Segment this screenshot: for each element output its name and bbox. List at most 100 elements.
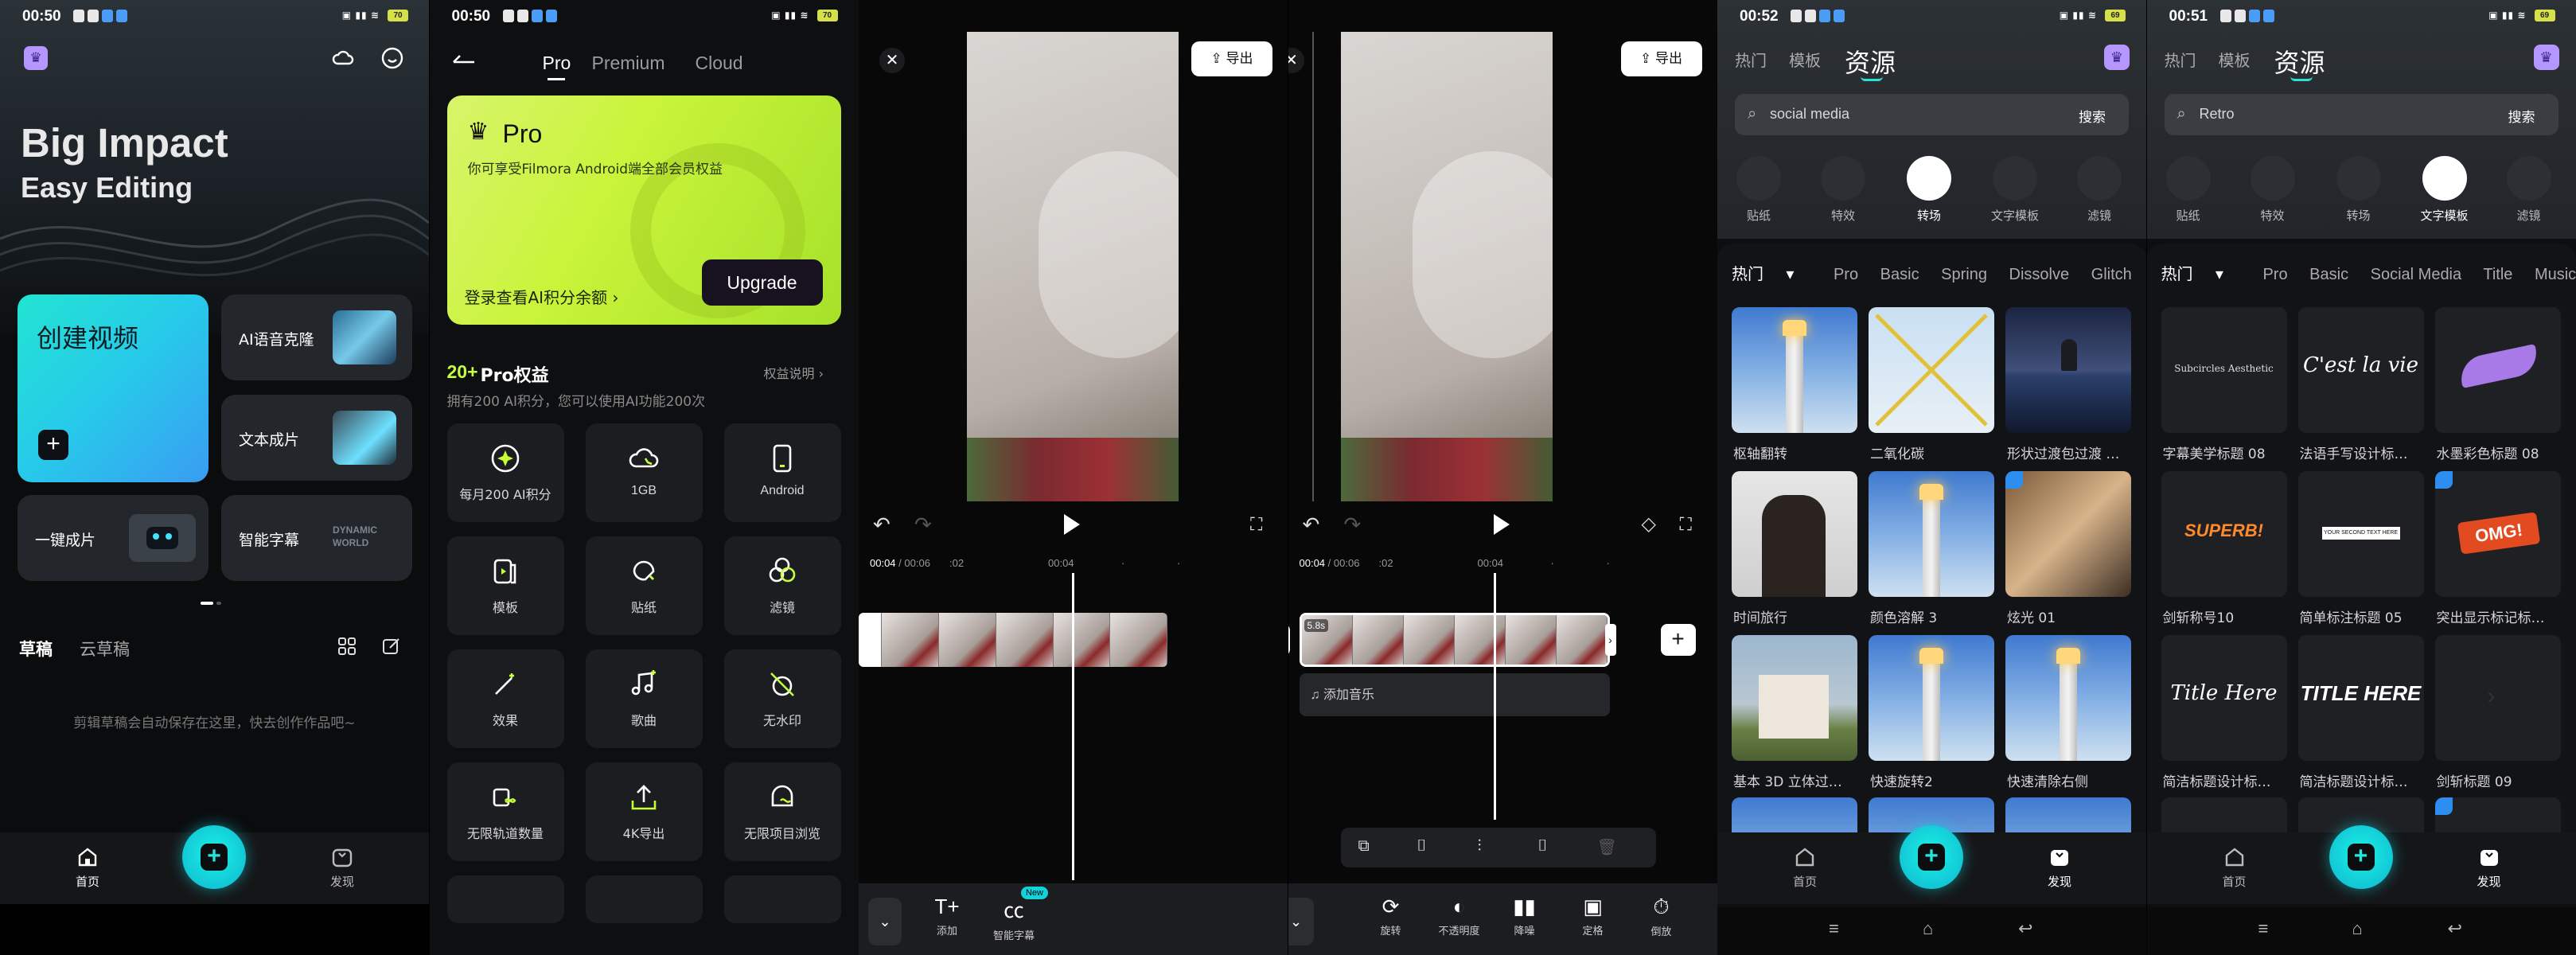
thumbnail[interactable] [1869,307,1994,433]
thumbnail[interactable] [2005,635,2131,761]
category-filters[interactable]: 滤镜 [2067,156,2131,224]
category-stickers[interactable]: 贴纸 [1727,156,1791,224]
one-click-button[interactable]: 一键成片 [18,495,208,581]
tab-resources[interactable]: 资源 [1845,43,1896,80]
tool-freeze[interactable]: ▣ 定格 [1565,895,1621,937]
category-transitions[interactable]: 转场 [2327,156,2391,224]
create-fab-button[interactable]: + [1900,825,1963,889]
category-filters[interactable]: 滤镜 [2497,156,2561,224]
chip-hot[interactable]: 热门 ▾ [1732,264,1811,283]
thumbnail[interactable] [2005,471,2131,597]
back-icon[interactable]: ↩ [2018,918,2032,939]
tab-pro[interactable]: Pro [543,53,571,74]
thumbnail[interactable] [2161,797,2287,836]
keyframe-icon[interactable]: ◇ [1642,513,1656,536]
search-button[interactable]: 搜索 [2079,106,2106,126]
thumbnail[interactable]: TITLE HERE [2297,635,2424,761]
benefits-info-link[interactable]: 权益说明 › [764,363,824,382]
export-button[interactable]: ⇪ 导出 [1620,41,1702,76]
nav-home[interactable]: 首页 [1781,845,1829,890]
tab-resources[interactable]: 资源 [2274,43,2325,80]
tab-cloud[interactable]: Cloud [696,53,743,74]
category-text-templates[interactable]: 文字模板 [2413,156,2477,224]
search-input[interactable]: social media [1770,106,1849,123]
search-input[interactable]: Retro [2200,106,2235,123]
close-button[interactable]: ✕ [879,48,905,73]
thumbnail[interactable]: OMG! [2434,471,2561,597]
category-effects[interactable]: 特效 [1811,156,1875,224]
tab-drafts[interactable]: 草稿 [19,637,53,661]
tab-premium[interactable]: Premium [592,53,665,74]
nav-home[interactable]: 首页 [64,845,111,890]
create-fab-button[interactable]: + [182,825,246,889]
playhead[interactable] [1493,573,1496,820]
thumbnail[interactable] [1869,635,1994,761]
tool-rotate[interactable]: ⟳ 旋转 [1363,895,1419,937]
crown-icon[interactable]: ♛ [2533,45,2559,70]
undo-icon[interactable]: ↶ [873,513,890,537]
home-nav-icon[interactable]: ⌂ [1923,918,1933,939]
chip[interactable]: Dissolve [2009,266,2070,283]
menu-icon[interactable]: ≡ [1829,918,1839,939]
video-clip-track[interactable] [859,613,1167,667]
category-stickers[interactable]: 贴纸 [2157,156,2220,224]
play-icon[interactable] [1064,514,1080,535]
tool-add-text[interactable]: T+ 添加 [919,895,975,937]
add-music-track[interactable]: ♫ 添加音乐 [1299,673,1610,716]
playhead[interactable] [1072,573,1074,880]
login-link[interactable]: 登录查看AI积分余额 › [465,285,619,308]
split-left-icon[interactable]: ⌷ [1417,837,1427,856]
nav-discover[interactable]: 发现 [2465,845,2513,890]
back-icon[interactable]: ↩ [2448,918,2462,939]
duplicate-icon[interactable]: ⧉ [1358,837,1370,856]
upgrade-button[interactable]: Upgrade [701,259,823,306]
add-clip-button[interactable]: + [1660,624,1696,656]
tool-opacity[interactable]: ◐ 不透明度 [1432,895,1487,937]
nav-home[interactable]: 首页 [2211,845,2258,890]
split-right-icon[interactable]: ⌷ [1538,837,1548,856]
fullscreen-icon[interactable]: ⛶ [1250,514,1262,535]
chip[interactable]: Pro [1834,266,1858,283]
redo-icon[interactable]: ↷ [1344,513,1362,537]
thumbnail[interactable] [1732,307,1857,433]
back-arrow-icon[interactable] [452,53,476,67]
thumbnail[interactable] [2434,797,2561,836]
thumbnail[interactable] [1732,797,1857,836]
search-button[interactable]: 搜索 [2508,106,2535,126]
thumbnail[interactable]: SUPERB! [2161,471,2287,597]
tool-smart-subtitles[interactable]: ㏄智能字幕 [986,895,1042,942]
chip[interactable]: Basic [2309,266,2348,283]
selected-clip[interactable] [1299,613,1610,667]
chip[interactable]: Pro [2262,266,2287,283]
chip-hot[interactable]: 热门 ▾ [2161,264,2241,283]
profile-icon[interactable] [380,46,404,70]
create-fab-button[interactable]: + [2329,825,2393,889]
search-bar[interactable]: ⌕ social media 搜索 [1735,94,2129,135]
chip[interactable]: Title [2483,266,2512,283]
chip[interactable]: Music [2535,266,2576,283]
grid-view-icon[interactable] [337,637,357,656]
search-bar[interactable]: ⌕ Retro 搜索 [2164,94,2558,135]
edit-icon[interactable] [382,637,401,656]
tab-templates[interactable]: 模板 [2219,48,2251,71]
thumbnail[interactable]: C'est la vie [2297,307,2424,433]
thumbnail[interactable] [1732,635,1857,761]
chip[interactable]: Spring [1941,266,1987,283]
fullscreen-icon[interactable]: ⛶ [1680,514,1692,535]
thumbnail[interactable]: Subcircles Aesthetic [2161,307,2287,433]
play-icon[interactable] [1493,514,1510,535]
collapse-button[interactable]: ⌄ [1288,898,1314,945]
collapse-button[interactable]: ⌄ [868,898,902,945]
video-preview[interactable] [1340,32,1553,501]
chip[interactable]: Glitch [2091,266,2132,283]
thumbnail[interactable]: YOUR SECOND TEXT HERE [2297,471,2424,597]
menu-icon[interactable]: ≡ [2258,918,2269,939]
thumbnail[interactable]: Title Here [2161,635,2287,761]
thumbnail[interactable] [2434,307,2561,433]
add-clip-button[interactable]: + [1288,624,1290,656]
tool-denoise[interactable]: ▮▮ 降噪 [1497,895,1553,937]
ai-voice-clone-button[interactable]: AI语音克隆 [221,294,412,380]
tab-hot[interactable]: 热门 [1735,48,1767,71]
crown-icon[interactable]: ♛ [2104,45,2130,70]
close-button[interactable]: ✕ [1288,48,1304,73]
